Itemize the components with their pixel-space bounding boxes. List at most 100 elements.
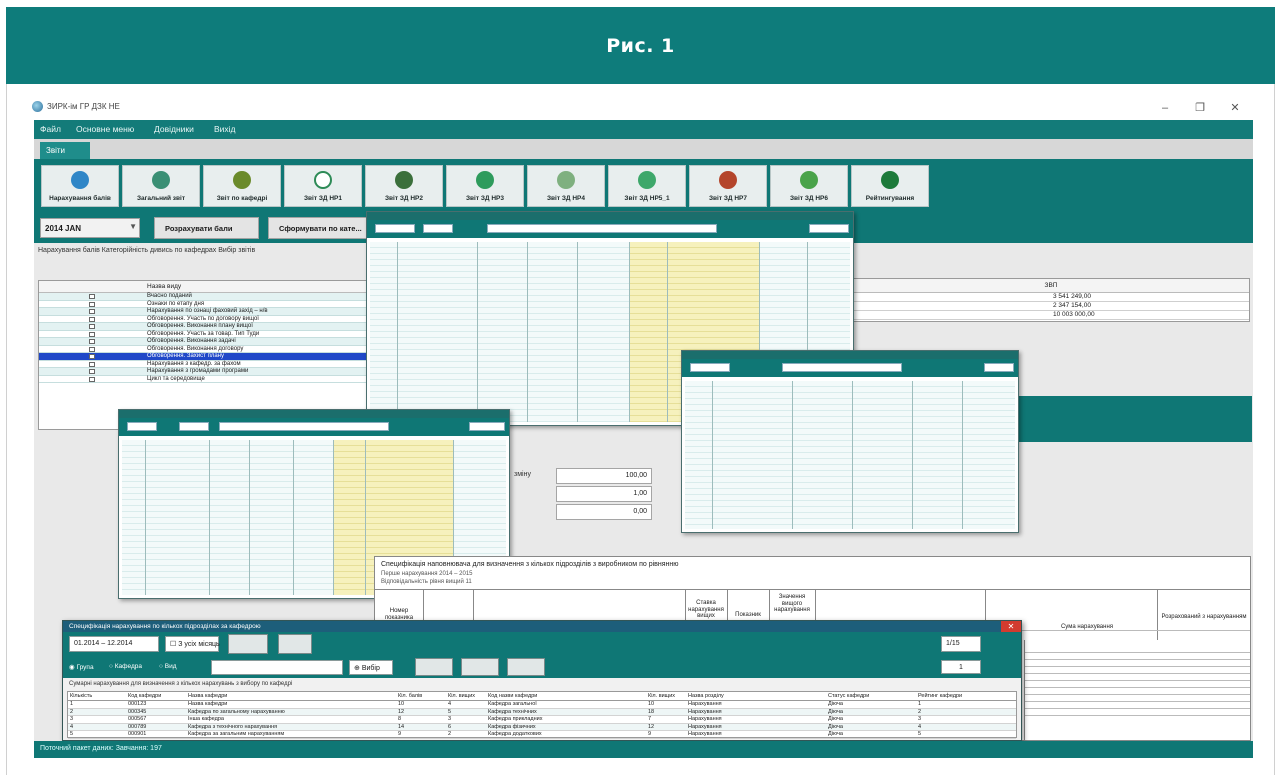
export-icon[interactable] [507,658,545,676]
value-field-1[interactable]: 100,00 [556,468,652,484]
user-icon[interactable] [228,634,268,654]
app-titlebar: ЗИРК-ім ГР ДЗК НЕ – ❐ ✕ [30,97,1252,119]
row-checkbox[interactable] [89,301,95,307]
report-nr2-button[interactable]: Звіт ЗД НР2 [365,165,443,207]
column-header[interactable]: Кіл. вищих [448,693,475,699]
select-button[interactable]: ⊕ Вибір [349,660,393,675]
table-cell: 3 [448,716,452,722]
row-checkbox[interactable] [89,339,95,344]
print-icon[interactable] [415,658,453,676]
grid-row[interactable]: Обговорення. Участь за товар. Тип Туди [39,331,367,338]
column-header[interactable]: Назва кафедри [188,693,227,699]
recalculate-button[interactable]: Розрахувати бали [154,217,259,239]
grid-row[interactable]: Нарахування по ознаці фаховий захід – н/… [39,308,367,316]
month-select[interactable]: 2014 JAN ▼ [40,218,140,238]
menu-directories[interactable]: Довідники [154,124,194,134]
group-radio[interactable]: ◉ Група [69,663,94,671]
row-checkbox[interactable] [89,309,95,314]
row-checkbox[interactable] [89,376,95,382]
all-months-checkbox[interactable]: ☐ З усіх місяць [165,636,220,652]
row-label: Обговорення. Виконання договору [147,345,244,352]
grid-row[interactable]: Нарахування з кафедр. за фахом [39,361,367,368]
calc-points-button[interactable]: Нарахування балів [41,165,119,207]
maximize-button[interactable]: ❐ [1185,99,1215,117]
refresh-icon[interactable] [278,634,312,654]
grid-row[interactable]: Обговорення. Участь по договору вищої [39,316,367,323]
column-header[interactable]: Кіл. вищих [648,693,675,699]
column-header[interactable]: Код кафедри [128,693,161,699]
doc-col-rate: Ставка нарахування вищих [688,600,724,619]
table-row[interactable]: 4 000789 Кафедра з технічного нарахування 1… [68,723,1016,731]
dialog-close-icon[interactable]: ✕ [1001,621,1021,632]
report-nr1-button[interactable]: Звіт ЗД НР1 [284,165,362,207]
minimize-button[interactable]: – [1150,99,1180,117]
row-checkbox[interactable] [89,331,95,337]
page-field[interactable]: 1/15 [941,636,981,652]
grid-row[interactable]: Нарахування з громадами програми [39,368,367,376]
form-by-category-button[interactable]: Сформувати по кате... [268,217,368,239]
column-header[interactable]: Кіл. балів [398,693,422,699]
specification-dialog[interactable]: Специфікація нарахування по кількох підр… [62,620,1022,741]
table-cell: 10 [398,701,405,707]
column-header[interactable]: Рейтинг кафедри [918,693,962,699]
grid-row[interactable]: Цикл та середовище [39,376,367,383]
grid-row[interactable]: Ознаки по етапу дня [39,301,367,308]
value-field-2[interactable]: 1,00 [556,486,652,502]
date-range-field[interactable]: 01.2014 – 12.2014 [69,636,159,652]
table-cell: Інша кафедра [188,716,224,722]
field-label: зміну [514,471,531,478]
grid-row[interactable]: Обговорення. Виконання плану вищої [39,323,367,331]
column-header[interactable]: Код назви кафедри [488,693,537,699]
table-row[interactable]: 3 000567 Інша кафедра 8 3 Кафедра прикладних 7… [68,716,1016,724]
general-report-button[interactable]: Загальний звіт [122,165,200,207]
table-cell: 5 [918,731,922,737]
department-radio[interactable]: ○ Кафедра [109,663,142,670]
grid-row[interactable]: Обговорення. Захист плану [39,353,367,361]
row-checkbox[interactable] [89,354,95,359]
row-checkbox[interactable] [89,346,95,352]
type-radio[interactable]: ○ Вид [159,663,177,670]
column-header[interactable]: Назва розділу [688,693,724,699]
table-cell: 4 [448,701,452,707]
table-row[interactable]: 2 000345 Кафедра по загальному нарахуванню… [68,708,1016,716]
row-checkbox[interactable] [89,361,95,367]
department-report-button[interactable]: Звіт по кафедрі [203,165,281,207]
table-cell: Кафедра з технічного нарахування [188,723,278,730]
table-row[interactable]: 5 000901 Кафедра за загальним нарахуванням… [68,731,1016,739]
column-header[interactable]: Статус кафедри [828,693,869,699]
tab-reports[interactable]: Звіти [40,142,90,159]
table-cell: Кафедра загальної [488,701,537,707]
table-row[interactable]: 1 000123 Назва кафедри 10 4 Кафедра загальної… [68,701,1016,709]
report-nr4-button[interactable]: Звіт ЗД НР4 [527,165,605,207]
menu-main[interactable]: Основне меню [76,124,134,134]
grid-row[interactable]: Вчасно поданий [39,293,367,301]
close-button[interactable]: ✕ [1220,99,1250,117]
report-nr3-button[interactable]: Звіт ЗД НР3 [446,165,524,207]
row-label: Нарахування з громадами програми [147,368,249,374]
grid-row[interactable]: Обговорення. Виконання задачі [39,338,367,346]
refresh-icon[interactable] [461,658,499,676]
report-nr6-button[interactable]: Звіт ЗД НР6 [770,165,848,207]
chevron-down-icon: ▼ [129,222,137,231]
row-checkbox[interactable] [89,369,95,374]
row-checkbox[interactable] [89,324,95,329]
rating-button[interactable]: Рейтингування [851,165,929,207]
report-window-3[interactable] [681,350,1019,533]
row-checkbox[interactable] [89,316,95,322]
grid-row[interactable]: Обговорення. Виконання договору [39,345,367,353]
document-icon [314,171,332,189]
value-field-3[interactable]: 0,00 [556,504,652,520]
doc-line-3: Відповідальність рівня вищий 11 [381,579,472,585]
report-nr5-button[interactable]: Звіт ЗД НР5_1 [608,165,686,207]
menu-exit[interactable]: Вихід [214,124,236,134]
search-input[interactable] [211,660,343,675]
table-cell: 3 [70,716,74,722]
award-icon [719,171,737,189]
menu-file[interactable]: Файл [40,124,61,134]
spinner-field[interactable]: 1 [941,660,981,674]
chart-icon [71,171,89,189]
sub-tabs[interactable]: Нарахування балів Категорійність дивись … [38,247,255,254]
column-header[interactable]: Кількість [70,693,92,699]
report-nr7-button[interactable]: Звіт ЗД НР7 [689,165,767,207]
row-checkbox[interactable] [89,294,95,299]
